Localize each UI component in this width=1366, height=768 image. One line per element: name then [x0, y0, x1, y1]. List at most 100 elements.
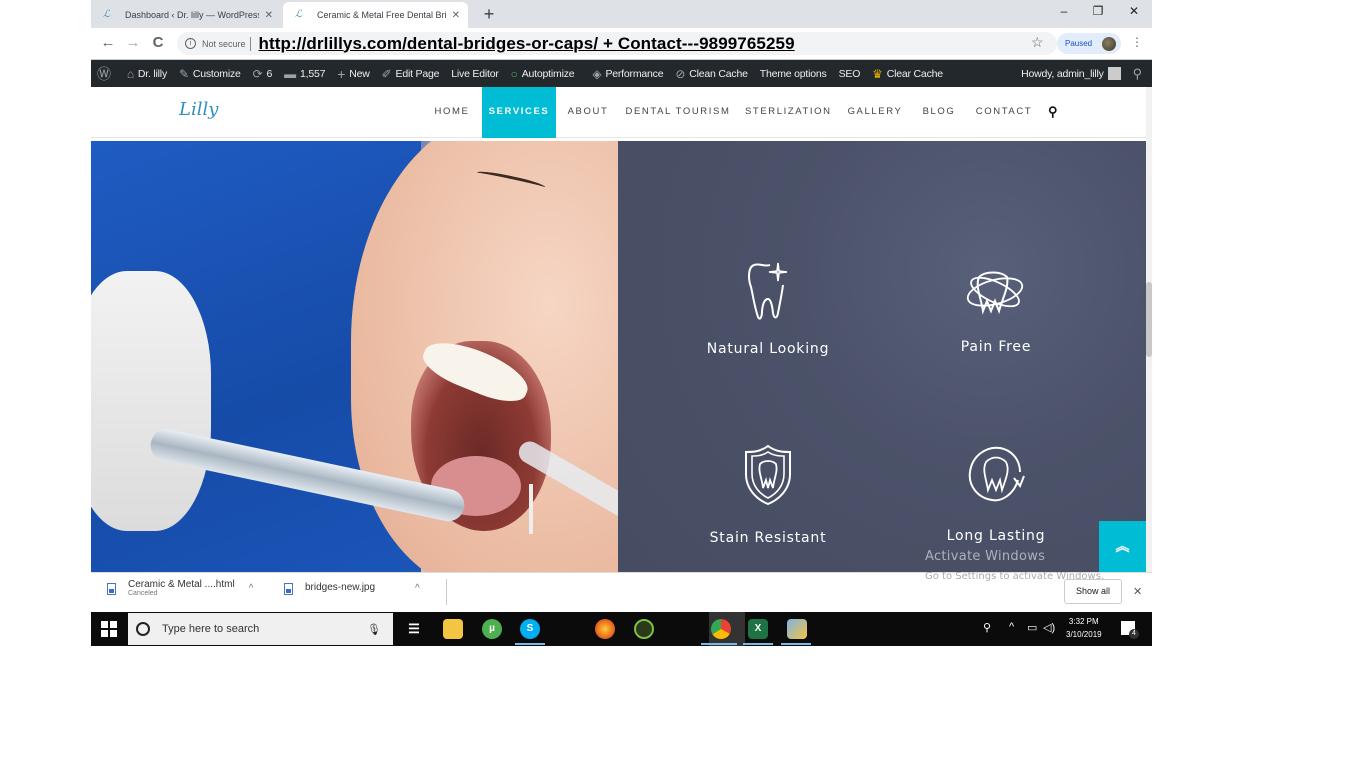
clear-cache-icon: ♛: [872, 66, 883, 81]
close-shelf-icon[interactable]: ✕: [1133, 585, 1142, 598]
tray-chevron-icon[interactable]: ^: [1009, 621, 1014, 633]
tab-dashboard[interactable]: ℒ Dashboard ‹ Dr. lilly — WordPress ✕: [91, 2, 281, 28]
admin-bar-edit-page[interactable]: ✐ Edit Page: [376, 60, 446, 87]
admin-bar-wordpress[interactable]: Ⓦ: [91, 60, 121, 87]
admin-bar-updates[interactable]: ⟳ 6: [247, 60, 279, 87]
admin-bar-live-editor[interactable]: Live Editor: [445, 60, 504, 87]
site-icon: ⌂: [126, 66, 134, 81]
nav-home[interactable]: HOME: [426, 87, 478, 138]
admin-bar-site[interactable]: ⌂ Dr. lilly: [121, 60, 173, 87]
feature-long-lasting: Long Lasting: [896, 444, 1096, 544]
notification-count-badge: 4: [1129, 629, 1139, 639]
microphone-icon[interactable]: 🎙: [367, 623, 381, 636]
image-file-icon: [284, 583, 293, 595]
url-text[interactable]: http://drlillys.com/dental-bridges-or-ca…: [259, 34, 795, 54]
clock-time: 3:32 PM: [1068, 617, 1099, 626]
wp-admin-bar: Ⓦ ⌂ Dr. lilly ✎ Customize ⟳ 6 ▬ 1,557 + New ✐…: [91, 60, 1152, 87]
chevron-up-icon[interactable]: ^: [249, 583, 254, 594]
profile-button[interactable]: Paused: [1057, 33, 1121, 54]
divider: [249, 36, 251, 51]
tab-close-icon[interactable]: ✕: [452, 10, 460, 21]
skype-icon[interactable]: S: [520, 619, 540, 639]
photo-drill-bit: [529, 484, 533, 534]
taskbar-search-input[interactable]: Type here to search 🎙: [128, 613, 393, 645]
excel-icon[interactable]: X: [748, 619, 768, 639]
paint-icon[interactable]: [787, 619, 807, 639]
admin-bar-new[interactable]: + New: [331, 60, 375, 87]
info-icon[interactable]: i: [185, 38, 196, 49]
photo-glove: [91, 271, 211, 531]
nav-sterlization[interactable]: STERLIZATION: [745, 87, 831, 138]
admin-bar-autoptimize[interactable]: ○ Autoptimize: [505, 60, 581, 87]
show-all-button[interactable]: Show all: [1064, 579, 1122, 604]
nav-contact[interactable]: CONTACT: [971, 87, 1037, 138]
file-explorer-icon[interactable]: [443, 619, 463, 639]
cycle-tooth-icon: [968, 446, 1025, 502]
network-icon[interactable]: ▭: [1027, 621, 1037, 634]
search-icon: ⚲: [1132, 65, 1143, 81]
new-tab-button[interactable]: +: [479, 4, 499, 25]
scroll-to-top-button[interactable]: ︽: [1099, 521, 1146, 572]
comments-icon: ▬: [284, 66, 296, 81]
nav-services[interactable]: SERVICES: [482, 87, 556, 138]
nav-gallery[interactable]: GALLERY: [845, 87, 905, 138]
upwork-icon[interactable]: [634, 619, 654, 639]
site-favicon-icon: ℒ: [295, 9, 303, 20]
tab-title: Dashboard ‹ Dr. lilly — WordPress: [125, 10, 259, 20]
shield-tooth-icon: [745, 444, 791, 506]
admin-bar-label: Theme options: [759, 67, 827, 80]
forward-button[interactable]: →: [124, 34, 142, 51]
nav-dental-tourism[interactable]: DENTAL TOURISM: [625, 87, 731, 138]
close-window-button[interactable]: ✕: [1124, 4, 1144, 18]
page-scrollbar[interactable]: [1146, 87, 1152, 572]
security-label: Not secure: [202, 38, 246, 49]
nav-about[interactable]: ABOUT: [561, 87, 615, 138]
browser-toolbar: ← → C i Not secure http://drlillys.com/d…: [91, 28, 1152, 60]
profile-status: Paused: [1065, 39, 1093, 48]
feature-natural-looking: Natural Looking: [668, 261, 868, 357]
chevron-up-icon[interactable]: ^: [415, 583, 420, 594]
admin-bar-search[interactable]: ⚲: [1127, 60, 1152, 87]
wordpress-icon: Ⓦ: [97, 65, 111, 82]
admin-bar-clear-cache[interactable]: ♛ Clear Cache: [866, 60, 949, 87]
tab-close-icon[interactable]: ✕: [265, 10, 273, 21]
minimize-button[interactable]: –: [1054, 4, 1074, 18]
windows-start-icon[interactable]: [101, 621, 117, 637]
admin-bar-account[interactable]: Howdy, admin_lilly: [1015, 60, 1127, 87]
download-item[interactable]: bridges-new.jpg ^: [284, 579, 420, 595]
taskbar-clock[interactable]: 3:32 PM 3/10/2019: [1066, 615, 1102, 641]
admin-bar-performance[interactable]: ◈ Performance: [586, 60, 669, 87]
bookmark-star-icon[interactable]: ☆: [1031, 34, 1044, 51]
active-app-indicator: [701, 643, 737, 645]
admin-bar-seo[interactable]: SEO: [833, 60, 867, 87]
task-view-icon[interactable]: ☰: [404, 619, 424, 639]
feature-label: Natural Looking: [706, 341, 830, 357]
feature-pain-free: Pain Free: [896, 267, 1096, 355]
browser-menu-icon[interactable]: ⋮: [1131, 35, 1143, 49]
admin-bar-theme-options[interactable]: Theme options: [754, 60, 833, 87]
user-avatar: [1107, 67, 1121, 80]
admin-bar-clean-cache[interactable]: ⊘ Clean Cache: [669, 60, 753, 87]
people-icon[interactable]: ⚲: [983, 621, 991, 634]
nav-blog[interactable]: BLOG: [918, 87, 960, 138]
chrome-icon[interactable]: [711, 619, 731, 639]
maximize-button[interactable]: ❐: [1088, 4, 1108, 18]
clean-cache-icon: ⊘: [675, 66, 686, 81]
download-item[interactable]: Ceramic & Metal ....html Canceled ^: [107, 579, 253, 597]
html-file-icon: [107, 583, 116, 595]
firefox-icon[interactable]: [595, 619, 615, 639]
volume-icon[interactable]: ◁): [1043, 621, 1055, 634]
back-button[interactable]: ←: [99, 34, 117, 51]
admin-bar-customize[interactable]: ✎ Customize: [173, 60, 247, 87]
activate-windows-title: Activate Windows: [925, 549, 1046, 564]
tab-ceramic-metal[interactable]: ℒ Ceramic & Metal Free Dental Bri ✕: [283, 2, 468, 28]
windows-taskbar: Type here to search 🎙 ☰ µ S X ⚲ ^ ▭ ◁) 3…: [91, 612, 1152, 646]
address-bar[interactable]: i Not secure http://drlillys.com/dental-…: [177, 32, 1057, 55]
utorrent-icon[interactable]: µ: [482, 619, 502, 639]
reload-button[interactable]: C: [149, 34, 167, 51]
admin-bar-comments[interactable]: ▬ 1,557: [278, 60, 331, 87]
feature-label: Long Lasting: [946, 528, 1046, 544]
nav-search-icon[interactable]: ⚲: [1048, 104, 1058, 120]
site-logo[interactable]: Lilly: [179, 99, 218, 120]
scrollbar-thumb[interactable]: [1146, 282, 1152, 357]
